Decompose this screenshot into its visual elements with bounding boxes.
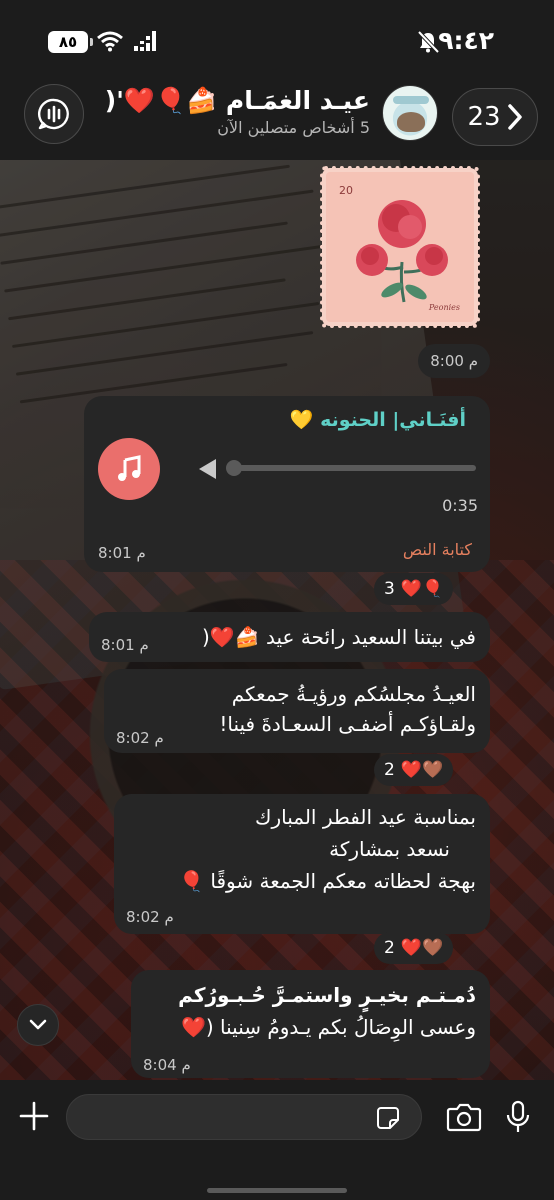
sticker-icon[interactable]	[376, 1106, 400, 1130]
reaction-count: 2	[384, 760, 395, 780]
unread-count: 23	[467, 102, 501, 132]
message-line: ولقـاؤكـم أضفـى السعـادةَ فينا!	[219, 712, 476, 736]
audio-progress-knob[interactable]	[226, 460, 242, 476]
message-time: 8:00 م	[430, 352, 478, 370]
voice-chat-button[interactable]	[24, 84, 84, 144]
back-button[interactable]: 23	[452, 88, 538, 146]
scroll-to-bottom-button[interactable]	[17, 1004, 59, 1046]
audio-duration: 0:35	[442, 496, 478, 515]
reaction-count: 3	[384, 579, 395, 599]
battery-indicator: ٨٥	[48, 31, 93, 53]
plus-icon	[19, 1101, 49, 1131]
online-status: 5 أشخاص متصلين الآن	[217, 118, 370, 137]
text-message[interactable]: العيـدُ مجلسُكم ورؤيـةُ جمعكم ولقـاؤكـم …	[104, 669, 490, 753]
peony-stamp-sticker[interactable]: 20 Peonies	[320, 166, 480, 328]
reaction-count: 2	[384, 938, 395, 958]
music-note-icon	[118, 455, 141, 481]
chat-header: 23 عيـد الغمَـام 🍰🎈❤️'( 5 أشخاص متصلين ا…	[0, 80, 554, 160]
message-time: 8:02 م	[116, 729, 164, 747]
text-message[interactable]: دُمـتـم بخيـرٍ واستمـرَّ حُـبـورُكم وعسى…	[131, 970, 490, 1078]
sticker-time-chip: 8:00 م	[418, 344, 490, 378]
message-time: 8:02 م	[126, 908, 174, 926]
chevron-right-icon	[507, 104, 522, 130]
message-composer	[0, 1080, 554, 1200]
camera-icon[interactable]	[446, 1102, 482, 1132]
message-line: بهجة لحظاته معكم الجمعة شوقًا 🎈	[179, 869, 476, 893]
peony-flower-image	[356, 200, 448, 303]
group-avatar[interactable]	[382, 85, 438, 141]
reaction-emojis: 🎈❤️	[400, 579, 444, 599]
text-message[interactable]: في بيتنا السعيد رائحة عيد 🍰❤️( 8:01 م	[89, 612, 490, 662]
chat-title[interactable]: عيـد الغمَـام 🍰🎈❤️'(	[105, 86, 370, 116]
stamp-caption: Peonies	[428, 303, 460, 312]
reaction-emojis: 🤎❤️	[400, 938, 444, 958]
wifi-icon	[97, 31, 123, 52]
message-line: العيـدُ مجلسُكم ورؤيـةُ جمعكم	[231, 682, 476, 706]
message-line: نسعد بمشاركة	[329, 837, 450, 861]
message-input[interactable]	[66, 1094, 422, 1140]
home-indicator	[207, 1188, 347, 1193]
reaction-chip[interactable]: 🤎❤️ 2	[374, 932, 454, 964]
transcribe-link[interactable]: كتابة النص	[403, 540, 472, 559]
play-back-icon[interactable]	[196, 457, 218, 481]
message-time: 8:04 م	[143, 1056, 191, 1074]
mute-icon	[417, 30, 440, 54]
status-bar: ٨٥ ٩:٤٢	[0, 0, 554, 80]
mic-icon[interactable]	[504, 1100, 532, 1134]
message-line: دُمـتـم بخيـرٍ واستمـرَّ حُـبـورُكم	[178, 983, 476, 1007]
chevron-down-icon	[29, 1019, 47, 1030]
attach-button[interactable]	[14, 1096, 54, 1136]
audio-title: أفنَـاني| الحنونه 💛	[289, 409, 466, 431]
status-time: ٩:٤٢	[438, 26, 494, 55]
reaction-chip[interactable]: 🎈❤️ 3	[374, 573, 454, 605]
message-line: وعسى الوِصَالُ بكم يـدومُ سِنينا (❤️	[180, 1015, 476, 1039]
audio-progress-track[interactable]	[230, 465, 476, 471]
chat-screen: ٨٥ ٩:٤٢ 23 عيـد الغمَـام 🍰🎈❤️'(5 أشخاص …	[0, 0, 554, 1200]
message-line: في بيتنا السعيد رائحة عيد 🍰❤️(	[202, 625, 476, 649]
audio-play-button[interactable]	[98, 438, 160, 500]
message-line: بمناسبة عيد الفطر المبارك	[254, 805, 476, 829]
message-time: 8:01 م	[98, 544, 146, 562]
text-message[interactable]: بمناسبة عيد الفطر المبارك نسعد بمشاركة ب…	[114, 794, 490, 934]
reaction-chip[interactable]: 🤎❤️ 2	[374, 754, 454, 786]
reaction-emojis: 🤎❤️	[400, 760, 444, 780]
voice-chat-icon	[38, 98, 69, 130]
signal-icon	[134, 31, 156, 51]
audio-message[interactable]: أفنَـاني| الحنونه 💛 0:35 كتابة النص 8:01…	[84, 396, 490, 572]
message-time: 8:01 م	[101, 636, 149, 654]
